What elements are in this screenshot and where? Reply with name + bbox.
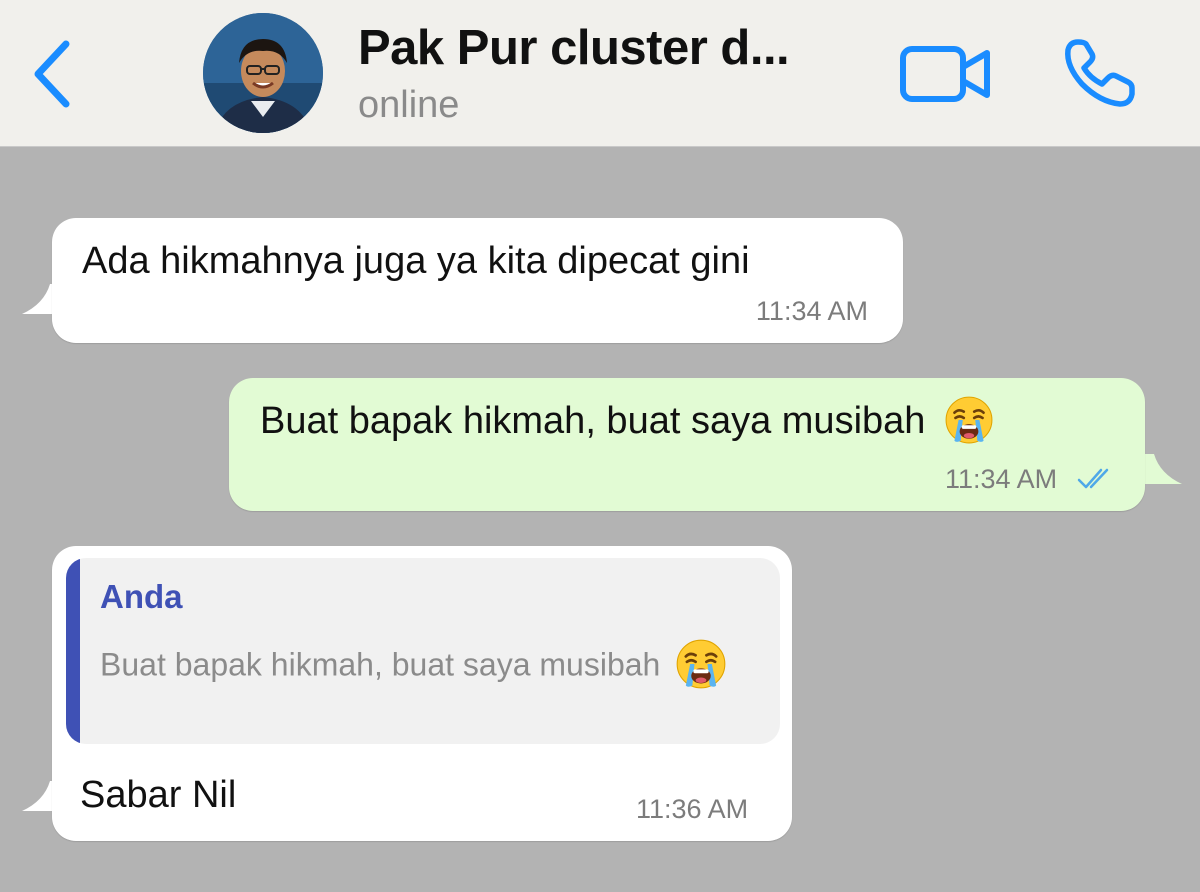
message-bubble-incoming[interactable]: Anda Buat bapak hikmah, buat saya musiba… (52, 546, 792, 841)
double-check-icon (1077, 468, 1109, 489)
quote-text-row: Buat bapak hikmah, buat saya musibah (100, 644, 727, 690)
bubble-tail (1142, 454, 1182, 484)
quoted-message[interactable]: Anda Buat bapak hikmah, buat saya musiba… (66, 558, 780, 744)
video-camera-icon (900, 46, 990, 102)
message-bubble-incoming[interactable]: Ada hikmahnya juga ya kita dipecat gini … (52, 218, 903, 343)
avatar-photo (203, 13, 323, 133)
message-text: Ada hikmahnya juga ya kita dipecat gini (82, 240, 750, 282)
quote-author: Anda (100, 578, 183, 615)
message-time: 11:34 AM (945, 464, 1058, 494)
contact-name[interactable]: Pak Pur cluster d... (358, 20, 790, 76)
back-button[interactable] (28, 38, 78, 110)
voice-call-button[interactable] (1060, 36, 1138, 110)
chevron-left-icon (34, 40, 70, 108)
phone-icon (1065, 39, 1135, 107)
message-list[interactable]: Ada hikmahnya juga ya kita dipecat gini … (0, 147, 1200, 892)
loudly-crying-face-icon (675, 638, 727, 690)
message-text: Buat bapak hikmah, buat saya musibah (260, 400, 926, 442)
chat-header: Pak Pur cluster d... online (0, 0, 1200, 147)
contact-status: online (358, 84, 460, 126)
video-call-button[interactable] (898, 40, 994, 106)
quote-text: Buat bapak hikmah, buat saya musibah (100, 646, 661, 683)
message-text-row: Buat bapak hikmah, buat saya musibah (260, 400, 994, 445)
message-bubble-outgoing[interactable]: Buat bapak hikmah, buat saya musibah 11:… (229, 378, 1145, 511)
message-text: Sabar Nil (80, 774, 237, 816)
message-time: 11:36 AM (636, 794, 749, 824)
quote-accent-bar (66, 558, 80, 744)
message-time: 11:34 AM (755, 296, 868, 326)
contact-avatar[interactable] (203, 13, 323, 133)
loudly-crying-face-icon (944, 395, 994, 445)
